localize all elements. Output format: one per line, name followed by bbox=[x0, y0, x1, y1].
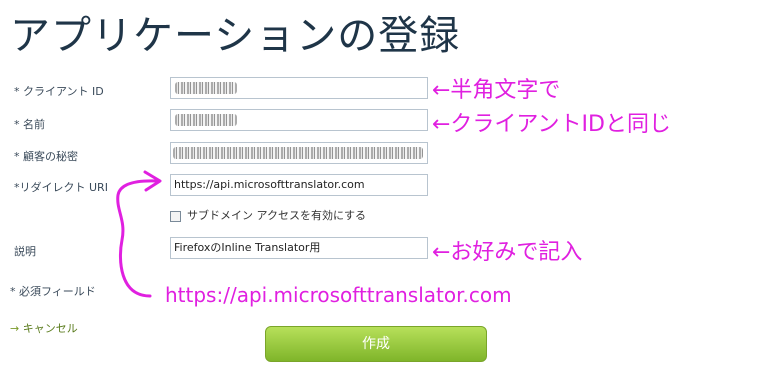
handwritten-arrow-icon bbox=[116, 170, 162, 298]
